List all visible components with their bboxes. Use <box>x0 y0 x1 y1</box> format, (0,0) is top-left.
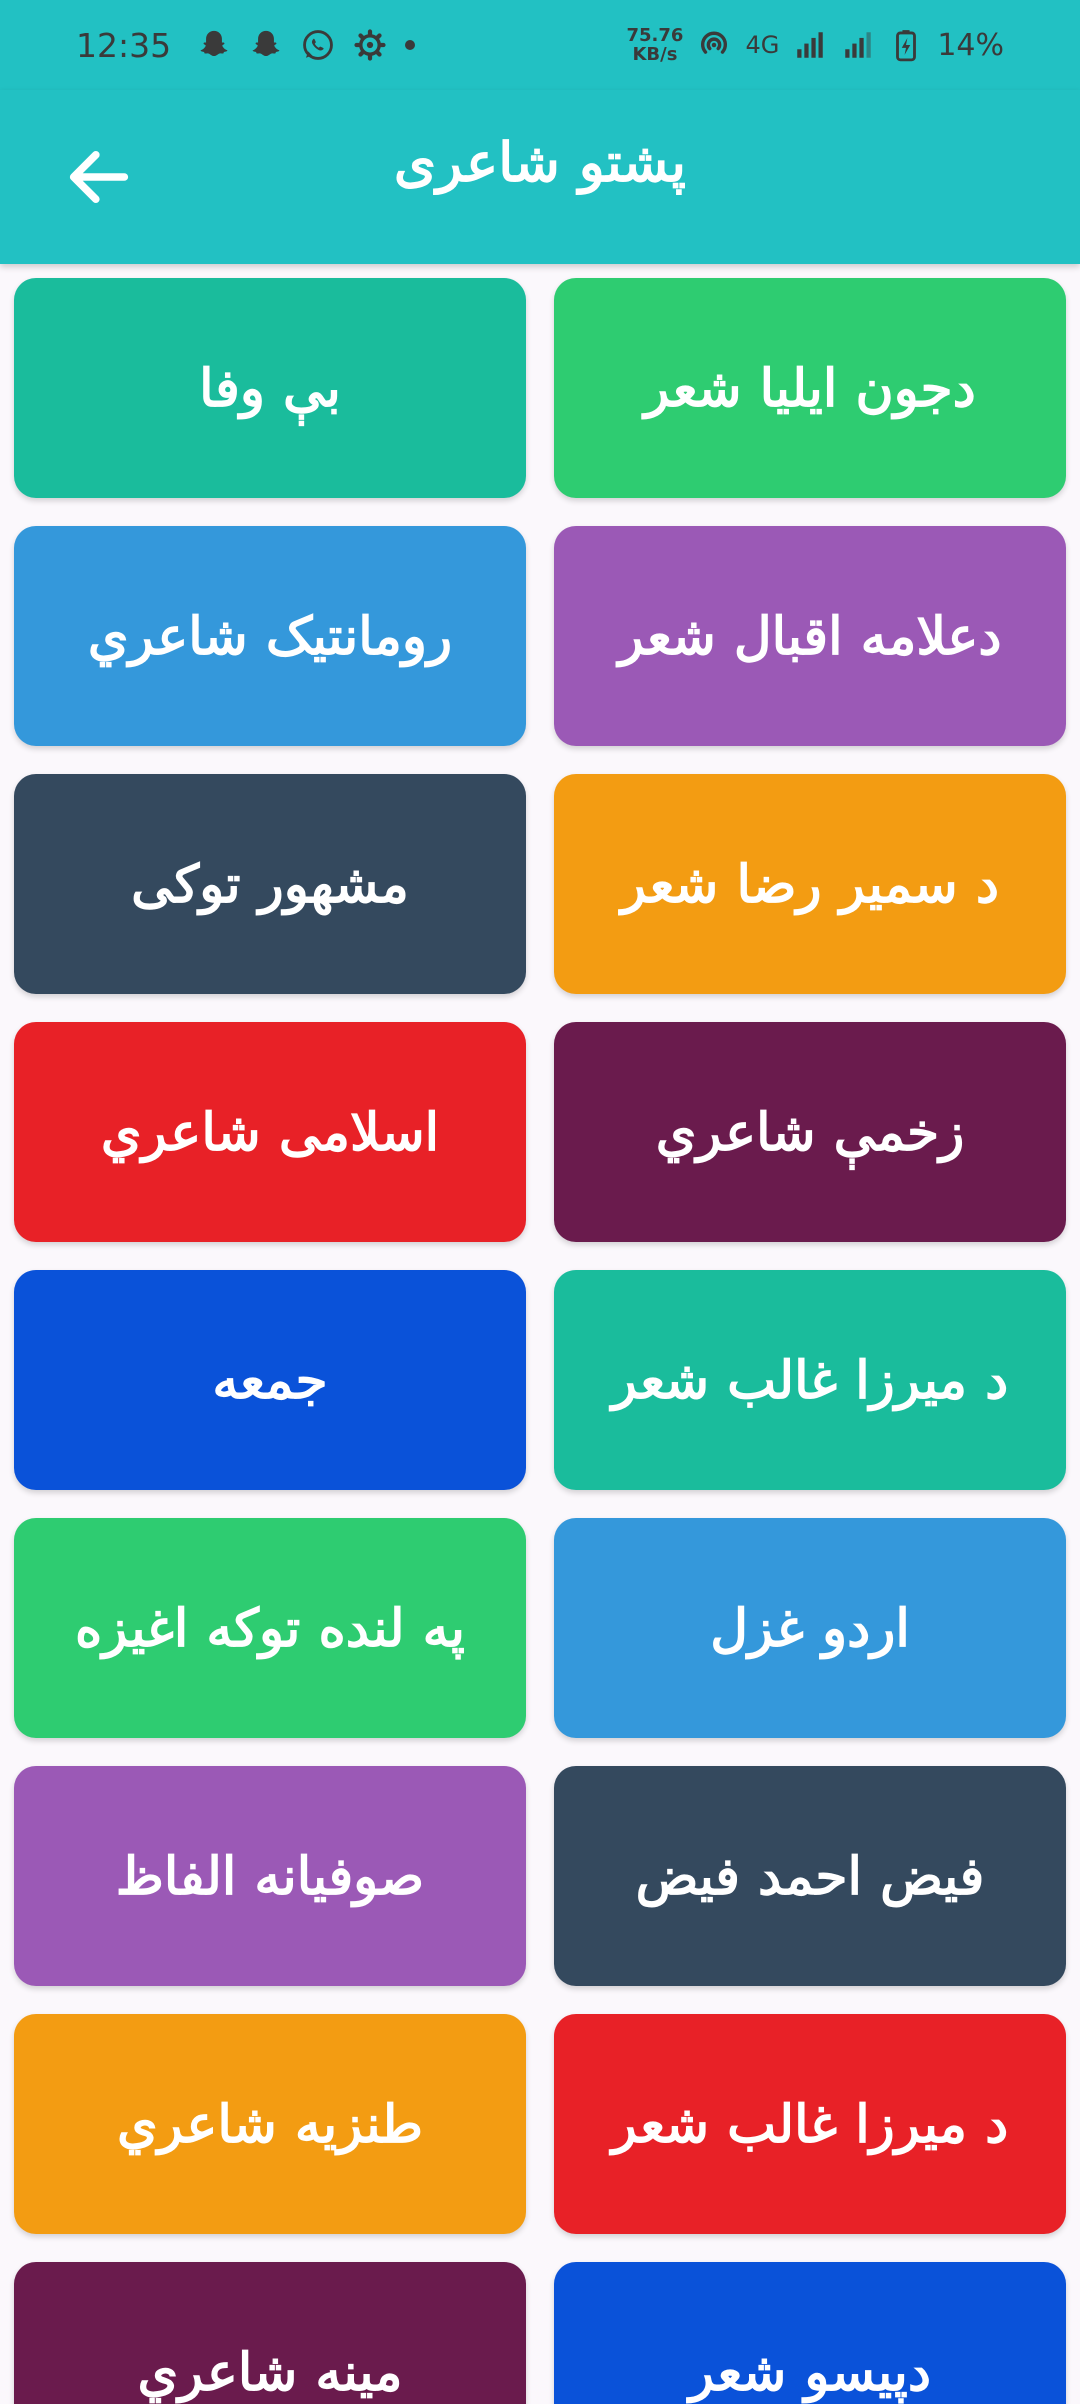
status-bar: 12:35 75.76 KB/s 4G 14% <box>0 0 1080 90</box>
signal-strength-icon <box>797 32 824 58</box>
status-right: 75.76 KB/s 4G 14% <box>627 26 1005 64</box>
category-card[interactable]: د میرزا غالب شعر <box>554 1270 1066 1490</box>
hotspot-icon <box>701 31 728 54</box>
category-label: اسلامی شاعري <box>100 1101 440 1163</box>
category-label: مینه شاعري <box>137 2341 403 2403</box>
category-label: مشهور توکی <box>131 853 409 915</box>
category-card[interactable]: اسلامی شاعري <box>14 1022 526 1242</box>
category-card[interactable]: بې وفا <box>14 278 526 498</box>
category-card[interactable]: دعلامه اقبال شعر <box>554 526 1066 746</box>
app-screen: 12:35 75.76 KB/s 4G 14% پشتو شاعری بې وف… <box>0 0 1080 2404</box>
category-card[interactable]: دجون ایلیا شعر <box>554 278 1066 498</box>
network-speed-value: 75.76 <box>626 25 684 46</box>
notification-dot-icon <box>405 40 416 50</box>
category-card[interactable]: دپیسو شعر <box>554 2262 1066 2404</box>
category-card[interactable]: زخمې شاعري <box>554 1022 1066 1242</box>
category-label: دجون ایلیا شعر <box>644 357 976 419</box>
status-left: 12:35 <box>76 25 416 65</box>
category-label: د میرزا غالب شعر <box>611 2093 1009 2155</box>
category-card[interactable]: مشهور توکی <box>14 774 526 994</box>
category-label: جمعه <box>212 1349 328 1411</box>
category-label: د میرزا غالب شعر <box>611 1349 1009 1411</box>
category-card[interactable]: صوفیانه الفاظ <box>14 1766 526 1986</box>
category-label: اردو غزل <box>710 1597 910 1659</box>
battery-charging-icon <box>896 30 917 62</box>
snapchat-icon <box>252 30 280 57</box>
category-card[interactable]: په لنده توکه اغیزه <box>14 1518 526 1738</box>
category-label: زخمې شاعري <box>655 1101 965 1163</box>
category-card[interactable]: د میرزا غالب شعر <box>554 2014 1066 2234</box>
category-label: فیض احمد فیض <box>635 1845 985 1907</box>
category-card[interactable]: د سمیر رضا شعر <box>554 774 1066 994</box>
category-label: دعلامه اقبال شعر <box>618 605 1002 667</box>
category-card[interactable]: فیض احمد فیض <box>554 1766 1066 1986</box>
category-label: دپیسو شعر <box>688 2341 932 2403</box>
category-card[interactable]: اردو غزل <box>554 1518 1066 1738</box>
network-speed: 75.76 KB/s <box>627 26 684 64</box>
category-label: رومانتیک شاعري <box>87 605 453 667</box>
category-label: بې وفا <box>199 357 341 419</box>
category-label: په لنده توکه اغیزه <box>75 1597 465 1659</box>
category-card[interactable]: طنزیه شاعري <box>14 2014 526 2234</box>
network-type: 4G <box>745 31 780 59</box>
signal-strength-icon <box>845 32 872 58</box>
app-bar: پشتو شاعری <box>0 90 1080 264</box>
settings-icon <box>354 29 386 61</box>
category-card[interactable]: جمعه <box>14 1270 526 1490</box>
snapchat-icon <box>200 30 228 57</box>
category-label: طنزیه شاعري <box>116 2093 424 2155</box>
category-label: د سمیر رضا شعر <box>621 853 999 915</box>
category-card[interactable]: رومانتیک شاعري <box>14 526 526 746</box>
category-label: صوفیانه الفاظ <box>115 1845 425 1907</box>
battery-percent: 14% <box>937 27 1004 63</box>
whatsapp-icon <box>303 30 333 60</box>
page-title: پشتو شاعری <box>393 130 687 194</box>
category-grid: بې وفا دجون ایلیا شعر رومانتیک شاعري دعل… <box>14 278 1066 2404</box>
status-time: 12:35 <box>76 25 172 65</box>
network-speed-unit: KB/s <box>632 44 678 65</box>
category-card[interactable]: مینه شاعري <box>14 2262 526 2404</box>
